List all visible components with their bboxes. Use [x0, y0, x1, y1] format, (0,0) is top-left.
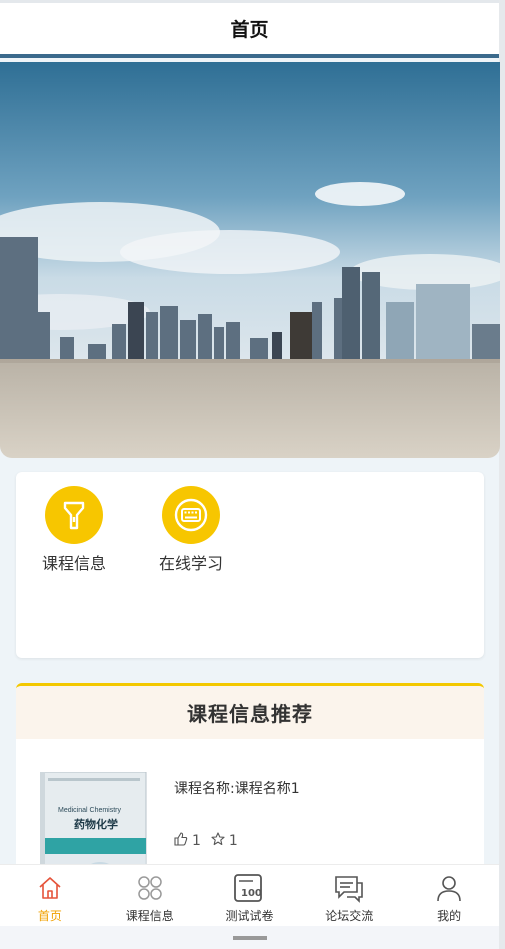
course-name: 课程名称:课程名称1 [174, 781, 300, 797]
chat-icon [333, 873, 365, 903]
home-indicator-bar[interactable] [233, 936, 267, 940]
tab-label: 测试试卷 [225, 909, 274, 923]
menu-label: 在线学习 [158, 554, 223, 573]
bottom-tabbar: 首页 课程信息 100 测试试卷 论坛交流 我的 [0, 864, 499, 927]
user-icon [435, 873, 463, 903]
flashlight-icon [45, 486, 103, 544]
top-navbar: 首页 [0, 0, 499, 58]
course-list-item[interactable]: Medicinal Chemistry 药物化学 课程名称:课程名称1 1 1 [16, 746, 484, 876]
thumbs-up-icon[interactable] [174, 832, 188, 850]
tab-label: 首页 [37, 909, 62, 923]
banner-image[interactable] [0, 62, 500, 458]
recommend-title: 课程信息推荐 [187, 702, 313, 726]
recommend-header: 课程信息推荐 [16, 686, 484, 739]
tab-label: 我的 [437, 909, 462, 923]
star-icon[interactable] [211, 832, 225, 850]
home-icon [37, 873, 63, 903]
city-skyline-image [0, 62, 500, 458]
menu-item-course-info[interactable]: 课程信息 [29, 486, 119, 574]
svg-text:100: 100 [241, 888, 262, 899]
menu-item-online-study[interactable]: 在线学习 [146, 486, 236, 574]
page-title: 首页 [230, 19, 269, 41]
tab-label: 论坛交流 [325, 909, 374, 923]
menu-label: 课程信息 [41, 554, 106, 573]
recommend-section: 课程信息推荐 Medicinal Chemistry 药物化学 课程名称:课程名… [16, 683, 484, 876]
tab-home[interactable]: 首页 [0, 865, 100, 927]
course-cover-image[interactable]: Medicinal Chemistry 药物化学 [39, 771, 150, 876]
tab-course-info[interactable]: 课程信息 [100, 865, 200, 927]
tab-mine[interactable]: 我的 [399, 865, 499, 927]
like-count: 1 [192, 833, 201, 849]
tab-forum[interactable]: 论坛交流 [299, 865, 399, 927]
exam-paper-icon: 100 [233, 873, 265, 903]
home-indicator [0, 926, 499, 949]
tab-label: 课程信息 [125, 909, 174, 923]
tab-exam[interactable]: 100 测试试卷 [200, 865, 300, 927]
book-title-cn: 药物化学 [74, 817, 118, 831]
book-title-en: Medicinal Chemistry [58, 807, 122, 814]
grid-icon [136, 873, 164, 903]
quick-menu-card: 课程信息 在线学习 [16, 472, 484, 658]
keyboard-icon [162, 486, 220, 544]
star-count: 1 [228, 833, 238, 849]
course-stats: 1 1 [174, 832, 238, 850]
